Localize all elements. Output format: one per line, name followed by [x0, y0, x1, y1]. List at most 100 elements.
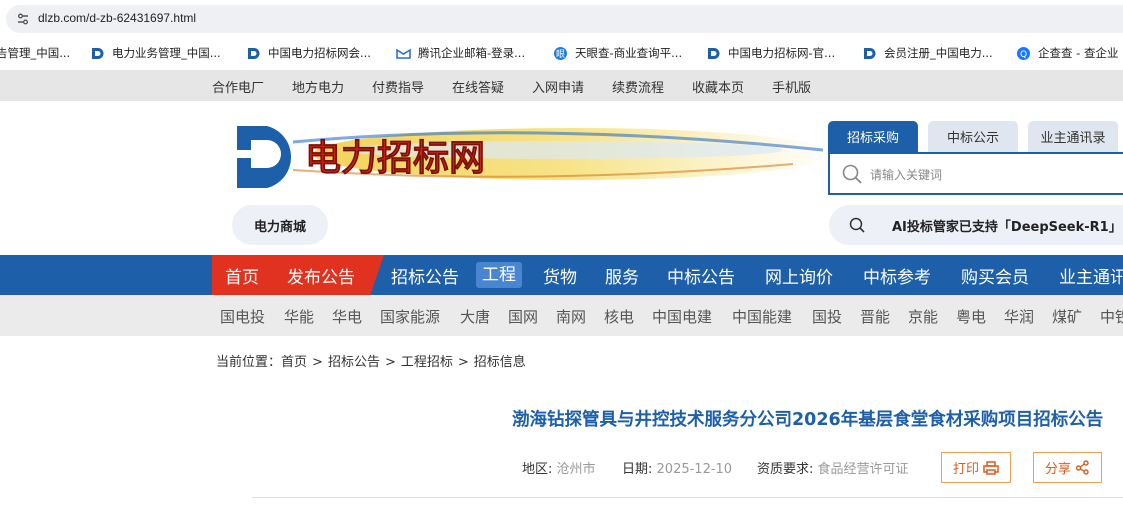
- bookmark-item[interactable]: 中国电力招标网会...: [246, 44, 371, 62]
- breadcrumb-separator: >: [312, 355, 323, 370]
- breadcrumb-item[interactable]: 工程招标: [401, 355, 453, 370]
- page-title: 渤海钻探管具与井控技术服务分公司2026年基层食堂食材采购项目招标公告: [512, 410, 1104, 430]
- region-value: 沧州市: [556, 462, 596, 477]
- topnav-link[interactable]: 收藏本页: [692, 77, 744, 96]
- top-utility-nav: 合作电厂 地方电力 付费指导 在线答疑 入网申请 续费流程 收藏本页 手机版: [0, 70, 1123, 101]
- topnav-link[interactable]: 付费指导: [372, 77, 424, 96]
- subnav-link[interactable]: 国电投: [220, 306, 265, 327]
- dlzb-logo-icon: [864, 47, 876, 59]
- svg-text:眼: 眼: [556, 49, 565, 60]
- bookmark-item[interactable]: 中国电力招标网-官...: [706, 44, 835, 62]
- breadcrumb-item[interactable]: 首页: [281, 355, 307, 370]
- region-label: 地区:: [522, 462, 553, 477]
- subnav-link[interactable]: 国网: [508, 306, 538, 327]
- bookmark-label: 中国电力招标网-官...: [728, 46, 836, 60]
- topnav-link[interactable]: 入网申请: [532, 77, 584, 96]
- nav-home[interactable]: 首页: [225, 263, 259, 288]
- tab-bidding[interactable]: 招标采购: [828, 121, 918, 152]
- topnav-link[interactable]: 合作电厂: [212, 77, 264, 96]
- bookmark-item[interactable]: 告管理_中国...: [0, 44, 70, 62]
- tencent-mail-icon: [396, 48, 411, 59]
- breadcrumb-item[interactable]: 招标信息: [474, 355, 526, 370]
- nav-owner-directory[interactable]: 业主通讯: [1059, 263, 1123, 288]
- topnav-link[interactable]: 地方电力: [292, 77, 344, 96]
- nav-membership[interactable]: 购买会员: [961, 263, 1029, 288]
- region-info: 地区: 沧州市: [522, 458, 596, 477]
- nav-services[interactable]: 服务: [605, 263, 639, 288]
- nav-bidding[interactable]: 招标公告: [391, 263, 459, 288]
- bookmark-label: 电力业务管理_中国...: [112, 46, 221, 60]
- subnav-link[interactable]: 煤矿: [1052, 306, 1082, 327]
- dlzb-logo-icon: [248, 47, 260, 59]
- tab-award-notice[interactable]: 中标公示: [928, 121, 1018, 152]
- subnav-link[interactable]: 华润: [1004, 306, 1034, 327]
- url-field[interactable]: dlzb.com/d-zb-62431697.html: [6, 5, 1123, 33]
- subnav-link[interactable]: 国家能源: [380, 306, 440, 327]
- search-box: [828, 152, 1123, 195]
- qichacha-icon: Q: [1017, 46, 1030, 60]
- share-label: 分享: [1044, 462, 1071, 477]
- breadcrumb-separator: >: [457, 355, 469, 370]
- subnav-link[interactable]: 华电: [332, 306, 362, 327]
- logo-text: 电力招标网: [305, 137, 485, 179]
- share-button[interactable]: 分享: [1033, 452, 1102, 483]
- ai-assistant-banner[interactable]: AI投标管家已支持「DeepSeek-R1」: [829, 205, 1123, 245]
- tab-owner-directory[interactable]: 业主通讯录: [1028, 121, 1118, 152]
- subnav-link[interactable]: 南网: [556, 306, 586, 327]
- bookmark-label: 中国电力招标网会...: [268, 46, 371, 60]
- search-input[interactable]: [870, 164, 1110, 186]
- subnav-link[interactable]: 华能: [284, 306, 314, 327]
- bookmark-item[interactable]: 腾讯企业邮箱-登录...: [396, 44, 525, 62]
- topnav-link[interactable]: 在线答疑: [452, 77, 504, 96]
- qualification-value: 食品经营许可证: [817, 462, 909, 477]
- dlzb-logo-icon: [708, 47, 720, 59]
- site-logo[interactable]: 电力招标网: [233, 120, 831, 188]
- breadcrumb-item[interactable]: 招标公告: [328, 355, 380, 370]
- nav-engineering[interactable]: 工程: [476, 262, 522, 288]
- print-button[interactable]: 打印: [941, 452, 1011, 483]
- nav-inquiry[interactable]: 网上询价: [765, 263, 833, 288]
- nav-publish[interactable]: 发布公告: [287, 263, 355, 288]
- power-mall-button[interactable]: 电力商城: [232, 205, 328, 245]
- subnav-link[interactable]: 核电: [604, 306, 634, 327]
- bookmark-item[interactable]: Q 企查查 - 查企业: [1016, 44, 1118, 62]
- search-icon: [849, 217, 865, 233]
- bookmark-item[interactable]: 眼 天眼查-商业查询平...: [553, 44, 682, 62]
- main-nav: 首页 发布公告 招标公告 工程 货物 服务 中标公告 网上询价 中标参考 购买会…: [0, 255, 1123, 295]
- bookmark-item[interactable]: 电力业务管理_中国...: [90, 44, 221, 62]
- bookmark-label: 企查查 - 查企业: [1038, 46, 1119, 60]
- date-value: 2025-12-10: [656, 462, 733, 477]
- subnav-link[interactable]: 大唐: [460, 306, 490, 327]
- printer-icon: [983, 460, 999, 475]
- nav-award[interactable]: 中标公告: [667, 263, 735, 288]
- ai-assistant-label: AI投标管家已支持「DeepSeek-R1」: [892, 220, 1122, 235]
- nav-award-reference[interactable]: 中标参考: [863, 263, 931, 288]
- bookmark-label: 天眼查-商业查询平...: [575, 46, 683, 60]
- tianyancha-icon: 眼: [554, 46, 567, 60]
- bookmarks-bar: 告管理_中国... 电力业务管理_中国... 中国电力招标网会... 腾讯企业邮…: [0, 36, 1123, 70]
- topnav-link[interactable]: 手机版: [772, 77, 811, 96]
- nav-goods[interactable]: 货物: [543, 263, 577, 288]
- subnav-link[interactable]: 中铁: [1100, 306, 1123, 327]
- dlzb-logo-icon: [92, 47, 104, 59]
- subnav-link[interactable]: 国投: [812, 306, 842, 327]
- subnav-link[interactable]: 京能: [908, 306, 938, 327]
- breadcrumb: 当前位置：首页 > 招标公告 > 工程招标 > 招标信息: [216, 351, 526, 370]
- topnav-link[interactable]: 续费流程: [612, 77, 664, 96]
- company-subnav: 国电投 华能 华电 国家能源 大唐 国网 南网 核电 中国电建 中国能建 国投 …: [0, 295, 1123, 336]
- date-info: 日期: 2025-12-10: [622, 458, 732, 477]
- browser-address-bar: dlzb.com/d-zb-62431697.html: [0, 0, 1123, 36]
- qualification-info: 资质要求: 食品经营许可证: [757, 458, 909, 477]
- breadcrumb-separator: >: [384, 355, 396, 370]
- content-divider: [252, 497, 1123, 498]
- bookmark-item[interactable]: 会员注册_中国电力...: [862, 44, 993, 62]
- subnav-link[interactable]: 晋能: [860, 306, 890, 327]
- svg-text:Q: Q: [1020, 50, 1027, 60]
- bookmark-label: 腾讯企业邮箱-登录...: [418, 46, 526, 60]
- site-settings-icon[interactable]: [16, 12, 30, 26]
- subnav-link[interactable]: 中国电建: [652, 306, 712, 327]
- subnav-link[interactable]: 粤电: [956, 306, 986, 327]
- qualification-label: 资质要求:: [757, 462, 814, 477]
- subnav-link[interactable]: 中国能建: [732, 306, 792, 327]
- share-icon: [1075, 460, 1089, 475]
